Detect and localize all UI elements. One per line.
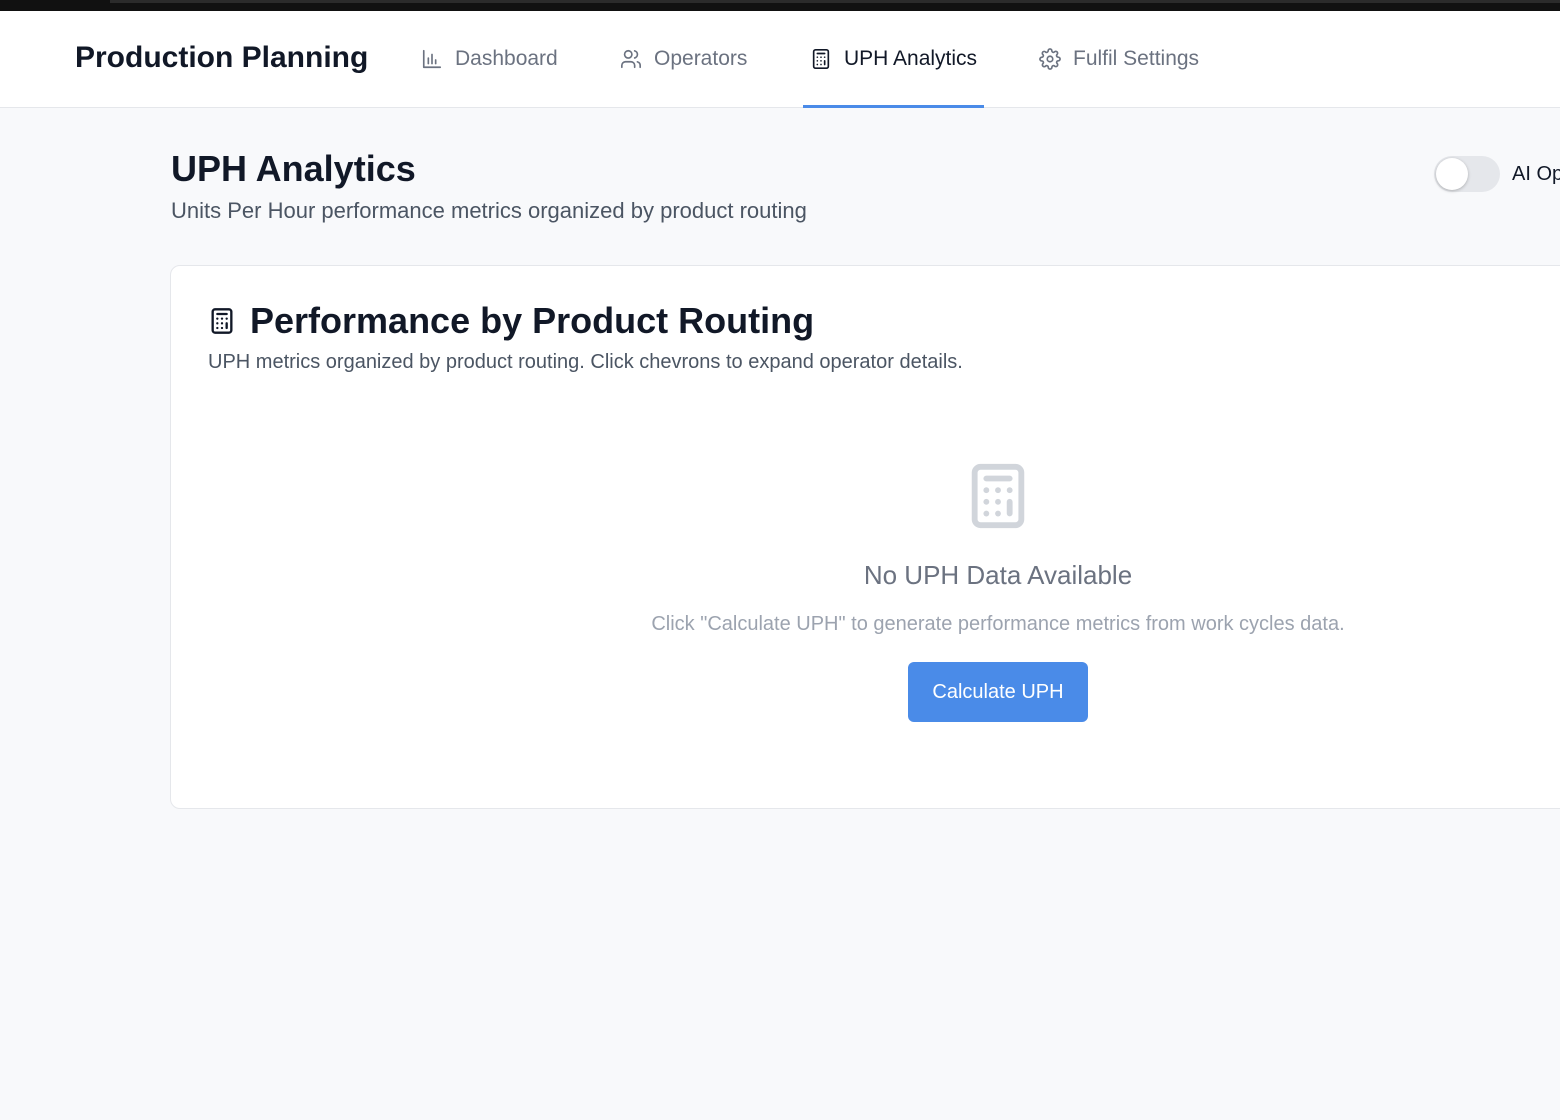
tab-dashboard[interactable]: Dashboard — [421, 11, 558, 107]
top-navbar: Production Planning Dashboard Operators … — [0, 11, 1560, 108]
card-header: Performance by Product Routing — [208, 300, 814, 342]
tab-fulfil-settings-label: Fulfil Settings — [1073, 47, 1200, 70]
users-icon — [621, 49, 641, 69]
tab-operators[interactable]: Operators — [620, 11, 747, 107]
gear-icon — [1039, 48, 1061, 70]
empty-state-description: Click "Calculate UPH" to generate perfor… — [651, 613, 1345, 635]
ai-toggle-switch[interactable] — [1434, 156, 1500, 192]
tab-dashboard-label: Dashboard — [455, 47, 558, 70]
performance-card: Performance by Product Routing UPH metri… — [170, 265, 1560, 809]
toggle-knob — [1436, 158, 1468, 190]
app-title: Production Planning — [75, 41, 369, 74]
empty-state-title: No UPH Data Available — [863, 560, 1133, 590]
tab-operators-label: Operators — [654, 47, 748, 70]
tab-fulfil-settings[interactable]: Fulfil Settings — [1039, 11, 1199, 107]
empty-state-icon-wrap — [963, 461, 1033, 536]
calculate-uph-button[interactable]: Calculate UPH — [908, 662, 1088, 722]
bar-chart-icon — [422, 49, 442, 69]
tab-uph-analytics[interactable]: UPH Analytics — [803, 11, 985, 108]
active-tab-indicator — [803, 105, 985, 108]
card-description: UPH metrics organized by product routing… — [208, 351, 963, 373]
ai-toggle-label: AI Op — [1512, 162, 1560, 185]
page-title: UPH Analytics — [171, 148, 416, 189]
calculator-icon — [812, 49, 830, 69]
window-top-strip-inner — [110, 0, 1560, 3]
window-top-strip — [0, 0, 1560, 11]
card-title: Performance by Product Routing — [250, 300, 815, 341]
calculator-icon — [971, 463, 1025, 529]
ai-toggle-group: AI Op — [1434, 156, 1560, 192]
page-subtitle: Units Per Hour performance metrics organ… — [171, 198, 807, 223]
calculator-icon — [211, 308, 233, 334]
tab-uph-analytics-label: UPH Analytics — [844, 47, 978, 70]
empty-state: No UPH Data Available Click "Calculate U… — [571, 461, 1425, 722]
